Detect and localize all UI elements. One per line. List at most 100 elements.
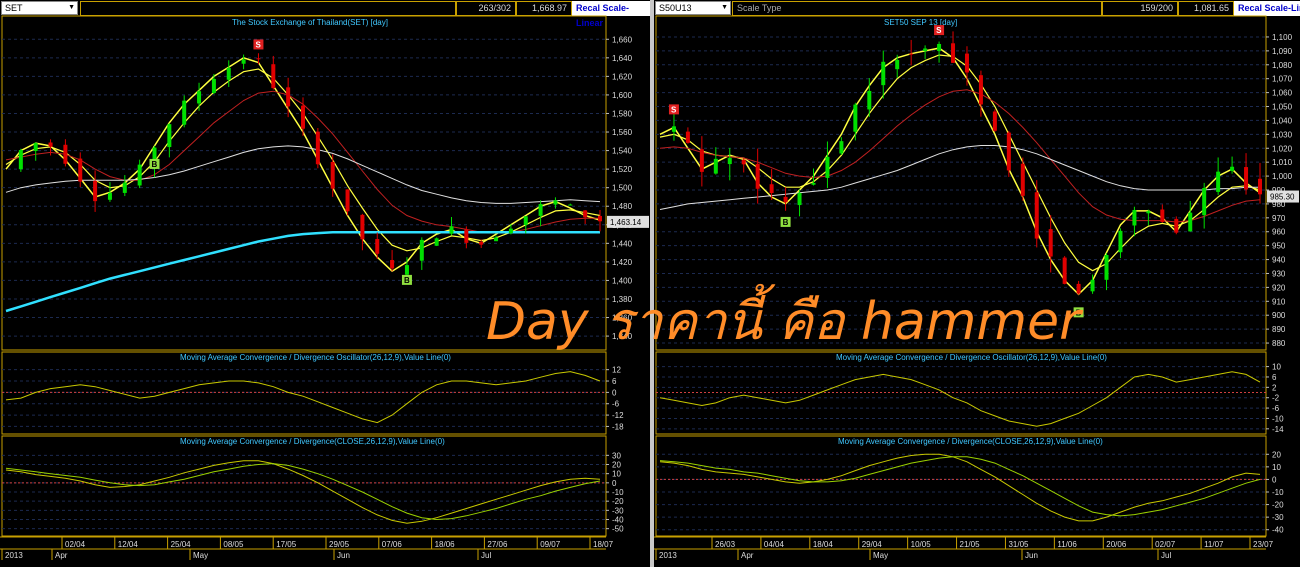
- right-candle-body: [685, 131, 690, 143]
- right-price-series-line: [659, 54, 1261, 272]
- right-candle-body: [992, 111, 997, 131]
- left-sell-signal-label: S: [255, 40, 261, 49]
- right-macd-tick-label: 10: [1272, 463, 1281, 472]
- left-macd-tick-label: -40: [612, 516, 624, 525]
- left-candle-body: [93, 180, 98, 202]
- left-price-tick-label: 1,420: [612, 258, 633, 267]
- right-macd-osc-tick-label: -6: [1272, 404, 1280, 413]
- right-candle-body: [671, 126, 676, 132]
- right-candle-body: [909, 53, 914, 55]
- left-macd-osc-tick-label: -6: [612, 400, 620, 409]
- left-x-tick-label: 18/07: [593, 540, 614, 549]
- right-price-tick-label: 1,100: [1272, 33, 1293, 42]
- right-macd-series-line: [659, 453, 1261, 522]
- left-candle-body: [271, 64, 276, 89]
- left-candle-body: [375, 239, 380, 254]
- right-candle-body: [1230, 166, 1235, 171]
- left-candle-body: [494, 237, 499, 242]
- left-x-tick-label: 18/06: [435, 540, 456, 549]
- right-price-tick-label: 1,050: [1272, 103, 1293, 112]
- right-macd-title: Moving Average Convergence / Divergence(…: [838, 437, 1103, 446]
- right-candle-body: [1034, 192, 1039, 239]
- right-candle-body: [1258, 178, 1262, 195]
- right-macd-osc-tick-label: -2: [1272, 394, 1280, 403]
- right-price-tick-label: 950: [1272, 242, 1286, 251]
- right-candle-body: [1244, 167, 1249, 190]
- right-candle-body: [881, 61, 886, 86]
- right-price-tick-label: 940: [1272, 256, 1286, 265]
- right-candle-body: [1006, 132, 1011, 171]
- left-price-tick-label: 1,520: [612, 165, 633, 174]
- left-x-tick-label: 08/05: [223, 540, 244, 549]
- right-x-tick-label: 10/05: [911, 540, 932, 549]
- left-candle-body: [256, 58, 261, 60]
- right-candle-body: [1174, 218, 1179, 233]
- right-x-tick-label: 31/05: [1008, 540, 1029, 549]
- left-candle-body: [167, 124, 172, 148]
- right-macd-osc-tick-label: 2: [1272, 383, 1277, 392]
- left-candle-body: [449, 226, 454, 234]
- right-price-tick-label: 1,000: [1272, 172, 1293, 181]
- left-macd-osc-tick-label: -18: [612, 422, 624, 431]
- left-x-tick-label: 25/04: [171, 540, 192, 549]
- left-price-tick-label: 1,400: [612, 276, 633, 285]
- left-buy-signal-label: B: [404, 276, 410, 285]
- left-macd-tick-label: 20: [612, 461, 621, 470]
- right-macd-tick-label: -30: [1272, 513, 1284, 522]
- left-candle-body: [598, 215, 602, 222]
- right-candle-body: [1188, 212, 1193, 232]
- right-macd-series-line: [659, 456, 1261, 517]
- left-candle-body: [122, 182, 127, 193]
- left-month-label: Apr: [55, 551, 68, 560]
- left-chart-title: The Stock Exchange of Thailand(SET) [day…: [232, 18, 388, 27]
- left-price-tick-label: 1,500: [612, 184, 633, 193]
- right-candle-body: [741, 159, 746, 165]
- left-candle-body: [523, 216, 528, 225]
- left-price-tick-label: 1,540: [612, 147, 633, 156]
- left-candle-body: [33, 143, 38, 152]
- left-candle-body: [286, 87, 291, 107]
- left-candle-body: [63, 144, 68, 164]
- left-price-tick-label: 1,560: [612, 128, 633, 137]
- left-macd-frame: [1, 435, 607, 537]
- left-candle-body: [538, 204, 543, 216]
- left-candle-body: [330, 161, 335, 189]
- left-x-tick-label: 12/04: [118, 540, 139, 549]
- right-candle-body: [853, 104, 858, 132]
- left-candle-body: [404, 265, 409, 275]
- right-macd-frame: [655, 435, 1267, 537]
- right-chart-title: SET50 SEP 13 [day]: [884, 18, 957, 27]
- right-price-tick-label: 910: [1272, 297, 1286, 306]
- right-price-tick-label: 930: [1272, 269, 1286, 278]
- right-month-label: Jun: [1025, 551, 1038, 560]
- left-candle-body: [419, 239, 424, 261]
- right-month-label: Apr: [741, 551, 754, 560]
- left-x-tick-label: 27/06: [487, 540, 508, 549]
- left-candle-body: [197, 91, 202, 104]
- left-month-label: Jul: [481, 551, 491, 560]
- left-macd-tick-label: 30: [612, 451, 621, 460]
- left-macd-tick-label: 10: [612, 470, 621, 479]
- left-macd-osc-title: Moving Average Convergence / Divergence …: [180, 353, 451, 362]
- right-x-tick-label: 18/04: [813, 540, 834, 549]
- right-candle-body: [1146, 211, 1151, 214]
- left-price-series-line: [5, 56, 601, 273]
- right-macd-osc-tick-label: -14: [1272, 425, 1284, 434]
- left-candle-body: [226, 67, 231, 80]
- right-price-tick-label: 890: [1272, 325, 1286, 334]
- left-price-tick-label: 1,640: [612, 54, 633, 63]
- watermark-text: Day ราคานี้ คือ hammer: [486, 292, 1081, 352]
- right-price-series-line: [659, 89, 1261, 223]
- right-candle-body: [978, 75, 983, 105]
- right-x-tick-label: 21/05: [960, 540, 981, 549]
- right-price-tick-label: 1,080: [1272, 61, 1293, 70]
- left-candle-body: [508, 228, 513, 234]
- right-price-tick-label: 970: [1272, 214, 1286, 223]
- right-candle-body: [755, 163, 760, 189]
- right-macd-osc-tick-label: 6: [1272, 373, 1277, 382]
- left-month-label: Jun: [337, 551, 350, 560]
- left-candle-body: [107, 192, 112, 200]
- right-price-tick-label: 1,060: [1272, 89, 1293, 98]
- right-buy-signal-label: B: [783, 218, 789, 227]
- left-x-tick-label: 17/05: [276, 540, 297, 549]
